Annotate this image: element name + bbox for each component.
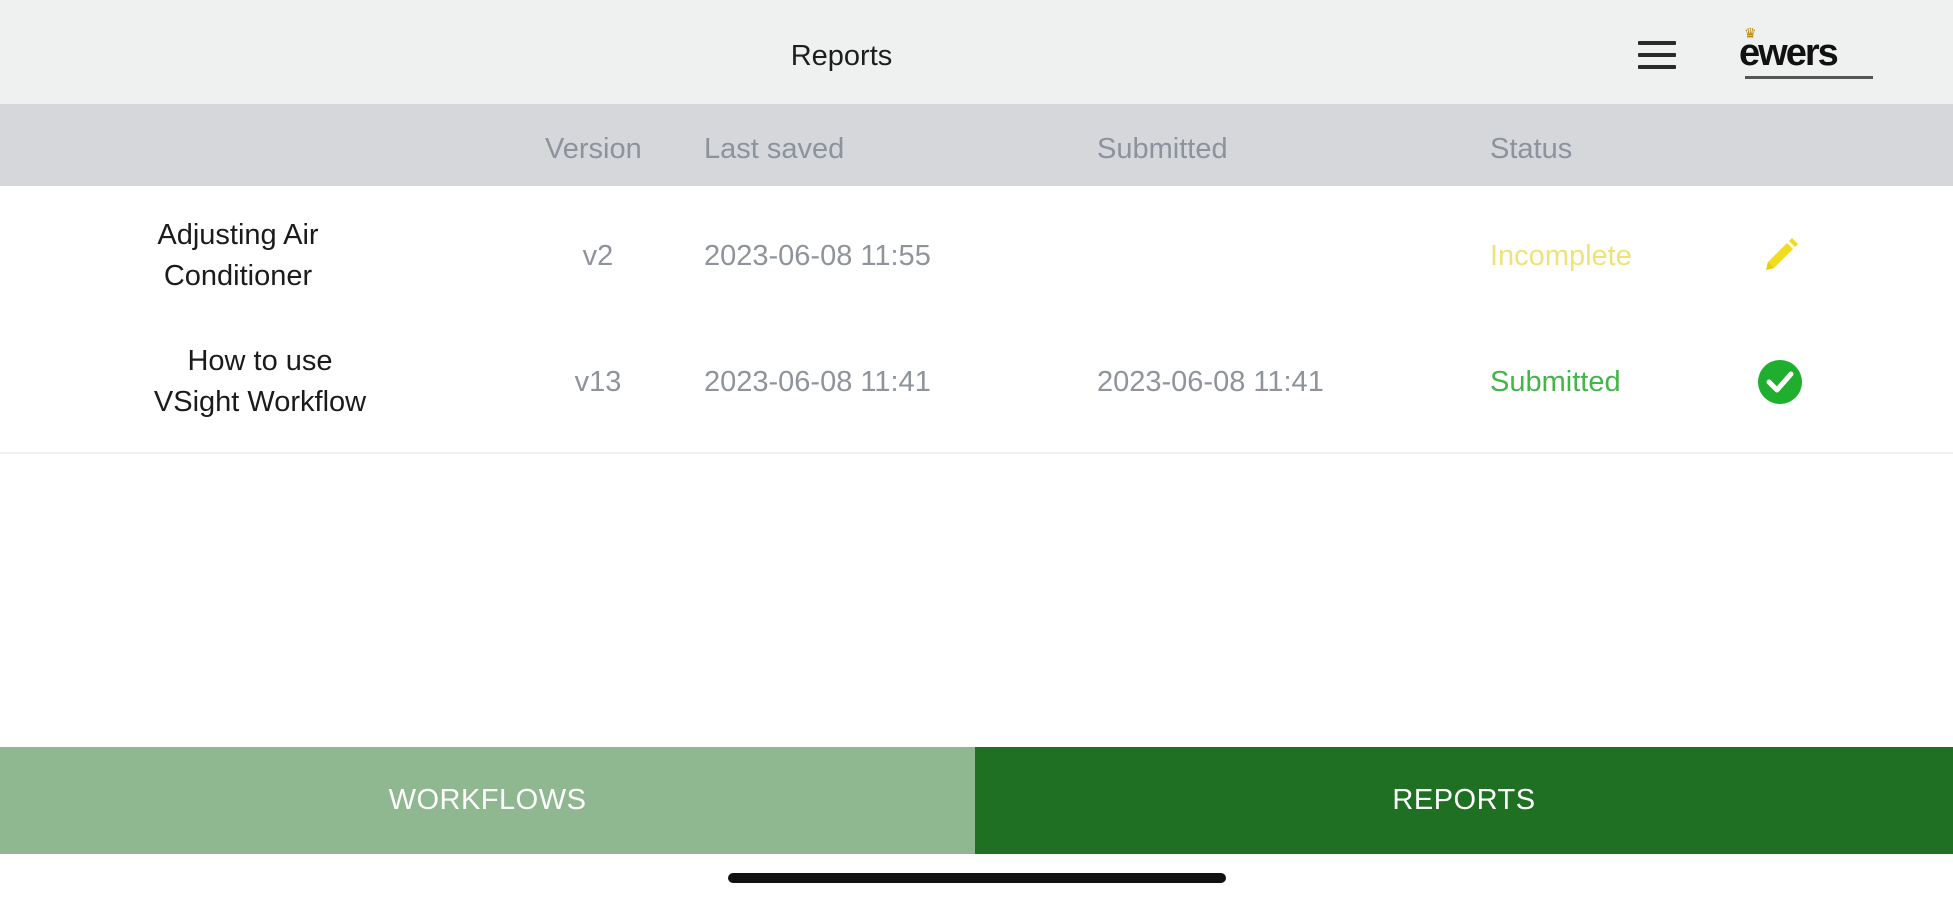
report-last-saved: 2023-06-08 11:41 bbox=[704, 366, 931, 398]
column-header-submitted: Submitted bbox=[1097, 133, 1228, 165]
hamburger-menu-icon[interactable] bbox=[1636, 38, 1678, 72]
tab-reports[interactable]: REPORTS bbox=[975, 747, 1953, 854]
status-badge: Incomplete bbox=[1490, 240, 1632, 272]
report-name-line: Adjusting Air bbox=[157, 219, 319, 251]
report-version: v2 bbox=[582, 240, 614, 272]
table-row[interactable]: How to use VSight Workflow v13 2023-06-0… bbox=[0, 312, 1953, 454]
table-header: Version Last saved Submitted Status bbox=[0, 104, 1953, 186]
report-name: How to use VSight Workflow bbox=[130, 312, 390, 452]
report-name-line: Conditioner bbox=[163, 260, 313, 292]
pencil-edit-icon[interactable] bbox=[1756, 232, 1804, 280]
bottom-tab-bar: WORKFLOWS REPORTS bbox=[0, 747, 1953, 854]
table-row[interactable]: Adjusting Air Conditioner v2 2023-06-08 … bbox=[0, 186, 1953, 328]
report-name-line: VSight Workflow bbox=[153, 386, 367, 418]
column-header-last-saved: Last saved bbox=[704, 133, 845, 165]
report-last-saved: 2023-06-08 11:55 bbox=[704, 240, 931, 272]
page-title: Reports bbox=[790, 40, 893, 72]
column-header-status: Status bbox=[1490, 133, 1573, 165]
home-indicator[interactable] bbox=[728, 873, 1226, 883]
report-name: Adjusting Air Conditioner bbox=[118, 186, 358, 326]
top-bar: Reports ♛ ewers bbox=[0, 0, 1953, 104]
tab-workflows[interactable]: WORKFLOWS bbox=[0, 747, 975, 854]
logo-wordmark: ewers bbox=[1739, 32, 1839, 74]
column-header-version: Version bbox=[545, 133, 642, 165]
report-submitted: 2023-06-08 11:41 bbox=[1097, 366, 1324, 398]
reports-screen: Reports ♛ ewers Version Last saved Submi… bbox=[0, 0, 1953, 900]
logo-tagline bbox=[1745, 76, 1873, 79]
report-version: v13 bbox=[574, 366, 622, 398]
check-circle-icon[interactable] bbox=[1756, 358, 1804, 406]
ewers-logo: ♛ ewers bbox=[1736, 24, 1876, 84]
report-name-line: How to use bbox=[187, 345, 333, 377]
status-badge: Submitted bbox=[1490, 366, 1621, 398]
